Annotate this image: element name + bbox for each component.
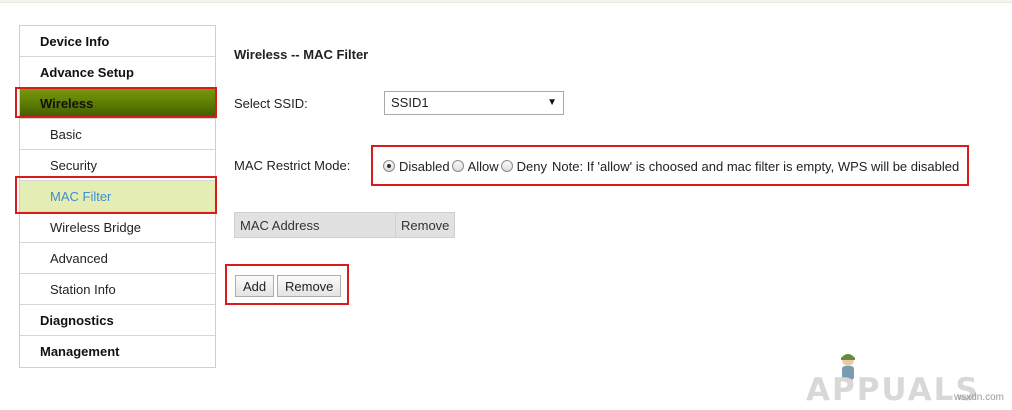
restrict-mode-group: Disabled Allow Deny Note: If 'allow' is … bbox=[383, 156, 961, 176]
mac-filter-table: MAC Address Remove bbox=[234, 212, 456, 238]
top-strip bbox=[0, 0, 1012, 3]
sidebar-item-basic[interactable]: Basic bbox=[20, 119, 215, 150]
restrict-mode-note: Note: If 'allow' is choosed and mac filt… bbox=[552, 158, 960, 174]
add-button[interactable]: Add bbox=[235, 275, 275, 297]
sidebar-item-station-info[interactable]: Station Info bbox=[20, 274, 215, 305]
page-title: Wireless -- MAC Filter bbox=[234, 47, 369, 62]
sidebar-item-advance-setup[interactable]: Advance Setup bbox=[20, 57, 215, 88]
radio-allow-label: Allow bbox=[467, 158, 499, 174]
sidebar-item-mac-filter[interactable]: MAC Filter bbox=[20, 181, 215, 212]
radio-allow[interactable] bbox=[451, 160, 464, 172]
remove-button[interactable]: Remove bbox=[277, 275, 342, 297]
sidebar-nav: Device Info Advance Setup Wireless Basic… bbox=[19, 25, 216, 368]
sidebar-item-management[interactable]: Management bbox=[20, 336, 215, 367]
table-header-row: MAC Address Remove bbox=[234, 212, 456, 238]
radio-disabled[interactable] bbox=[383, 160, 395, 172]
sidebar-item-wireless-bridge[interactable]: Wireless Bridge bbox=[20, 212, 215, 243]
radio-disabled-label: Disabled bbox=[399, 158, 450, 174]
column-header-remove: Remove bbox=[394, 212, 456, 238]
watermark-credit: wsxdn.com bbox=[954, 392, 1005, 403]
ssid-select[interactable]: SSID1 ▼ bbox=[384, 91, 564, 115]
restrict-mode-label: MAC Restrict Mode: bbox=[234, 158, 351, 173]
sidebar-item-wireless[interactable]: Wireless bbox=[20, 88, 215, 119]
sidebar-item-advanced[interactable]: Advanced bbox=[20, 243, 215, 274]
sidebar-item-security[interactable]: Security bbox=[20, 150, 215, 181]
ssid-label: Select SSID: bbox=[234, 96, 308, 111]
radio-deny[interactable] bbox=[500, 160, 513, 172]
sidebar-item-diagnostics[interactable]: Diagnostics bbox=[20, 305, 215, 336]
chevron-down-icon: ▼ bbox=[547, 97, 557, 108]
ssid-select-value: SSID1 bbox=[391, 95, 429, 110]
radio-deny-label: Deny bbox=[516, 158, 548, 174]
sidebar-item-device-info[interactable]: Device Info bbox=[20, 26, 215, 57]
column-header-mac-address: MAC Address bbox=[234, 212, 396, 238]
